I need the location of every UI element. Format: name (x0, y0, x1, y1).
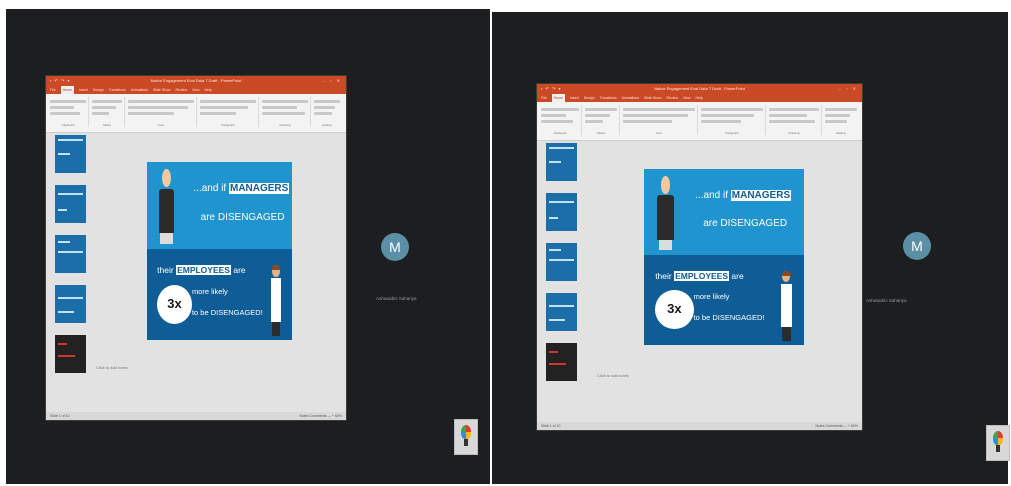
slide-thumbnail[interactable]: 2 (546, 193, 577, 231)
window-title: Native Engagement Eval Data 7 Draft - Po… (654, 86, 745, 91)
slide-employees-line: their EMPLOYEES are (157, 265, 246, 276)
slide-body-line: more likely (191, 286, 228, 296)
tab-animations[interactable]: Animations (622, 94, 639, 102)
ribbon-tabs: File Home Insert Design Transitions Anim… (46, 86, 346, 94)
slide-headline: ...and if MANAGERS (193, 183, 290, 195)
slide-subheadline: are DISENGAGED (200, 211, 285, 223)
tab-insert[interactable]: Insert (79, 86, 88, 94)
slide-thumbnail[interactable]: 3 (546, 243, 577, 281)
title-bar: ▪ ↶ ↷ ▾ Native Engagement Eval Data 7 Dr… (537, 84, 862, 94)
slide-thumbnail[interactable]: 2 (55, 185, 86, 223)
manager-illustration (156, 169, 178, 244)
tab-home[interactable]: Home (60, 86, 74, 94)
zoom-controls[interactable]: Notes Comments — + 60% (299, 412, 342, 420)
slide-thumbnail[interactable]: 3 (55, 235, 86, 273)
current-slide[interactable]: ...and if MANAGERS are DISENGAGED their … (147, 162, 292, 340)
tab-review[interactable]: Review (667, 94, 678, 102)
powerpoint-window[interactable]: ▪ ↶ ↷ ▾ Native Engagement Eval Data 7 Dr… (537, 84, 862, 430)
tab-view[interactable]: View (683, 94, 691, 102)
shared-screen-right: ▪ ↶ ↷ ▾ Native Engagement Eval Data 7 Dr… (492, 12, 1010, 484)
multiplier-badge: 3x (157, 284, 192, 324)
slide-thumbnails: 1 2 3 4 5 (49, 135, 87, 412)
tab-file[interactable]: File (541, 94, 547, 102)
logo-icon (993, 431, 1003, 445)
notes-pane[interactable]: Click to add notes (597, 373, 629, 378)
ribbon-group-font[interactable]: Font (621, 105, 698, 135)
ribbon: Clipboard Slides Font Paragraph Drawing … (46, 94, 346, 133)
slide-counter: Slide 1 of 10 (541, 424, 561, 428)
ribbon-group-font[interactable]: Font (126, 97, 197, 127)
slide-body-line: to be DISENGAGED! (191, 307, 263, 317)
current-slide[interactable]: ...and if MANAGERS are DISENGAGED their … (644, 169, 804, 345)
ribbon-group-clipboard[interactable]: Clipboard (539, 105, 582, 135)
slide-thumbnail[interactable]: 4 (55, 285, 86, 323)
ribbon-group-drawing[interactable]: Drawing (767, 105, 822, 135)
slide-thumbnail[interactable]: 1 (55, 135, 86, 173)
slide-thumbnail[interactable]: 1 (546, 143, 577, 181)
multiplier-badge: 3x (655, 290, 694, 330)
tab-insert[interactable]: Insert (570, 94, 579, 102)
tab-slide-show[interactable]: Slide Show (644, 94, 662, 102)
slide-thumbnail[interactable]: 5 (546, 343, 577, 381)
title-bar: ▪ ↶ ↷ ▾ Native Engagement Eval Data 7 Dr… (46, 76, 346, 86)
ribbon-group-slides[interactable]: Slides (90, 97, 125, 127)
tab-file[interactable]: File (50, 86, 56, 94)
tab-transitions[interactable]: Transitions (600, 94, 617, 102)
slide-body-line: more likely (693, 292, 730, 302)
slide-subheadline: are DISENGAGED (703, 218, 788, 230)
tab-design[interactable]: Design (584, 94, 595, 102)
powerpoint-window[interactable]: ▪ ↶ ↷ ▾ Native Engagement Eval Data 7 Dr… (46, 76, 346, 420)
ribbon-group-editing[interactable]: Editing (312, 97, 342, 127)
ribbon: Clipboard Slides Font Paragraph Drawing … (537, 102, 862, 141)
window-controls[interactable]: – ▫ ✕ (839, 84, 858, 94)
tab-transitions[interactable]: Transitions (109, 86, 126, 94)
editor-area: 1 2 3 4 5 ...and if MANAGERS are DISENGA… (537, 141, 862, 422)
tab-review[interactable]: Review (176, 86, 187, 94)
slide-employees-line: their EMPLOYEES are (655, 271, 744, 282)
window-controls[interactable]: – ▫ ✕ (323, 76, 342, 86)
ribbon-group-paragraph[interactable]: Paragraph (699, 105, 766, 135)
tab-design[interactable]: Design (93, 86, 104, 94)
self-view-thumbnail[interactable] (454, 419, 478, 455)
ribbon-group-editing[interactable]: Editing (823, 105, 859, 135)
participant-name: Ashwaidini Sahariya (376, 296, 417, 301)
quick-access-toolbar[interactable]: ▪ ↶ ↷ ▾ (541, 84, 561, 94)
slide-thumbnail[interactable]: 4 (546, 293, 577, 331)
slide-headline: ...and if MANAGERS (695, 190, 792, 202)
ribbon-group-slides[interactable]: Slides (583, 105, 620, 135)
tab-help[interactable]: Help (696, 94, 703, 102)
ribbon-group-drawing[interactable]: Drawing (260, 97, 311, 127)
slide-counter: Slide 1 of 10 (50, 414, 70, 418)
quick-access-toolbar[interactable]: ▪ ↶ ↷ ▾ (50, 76, 70, 86)
ribbon-group-clipboard[interactable]: Clipboard (48, 97, 89, 127)
tab-help[interactable]: Help (205, 86, 212, 94)
slide-thumbnails: 1 2 3 4 5 (540, 143, 578, 422)
zoom-controls[interactable]: Notes Comments — + 60% (815, 422, 858, 430)
logo-icon (461, 425, 471, 439)
tab-home[interactable]: Home (551, 94, 565, 102)
participant-avatar: M (381, 233, 409, 261)
notes-pane[interactable]: Click to add notes (96, 365, 128, 370)
tab-view[interactable]: View (192, 86, 200, 94)
shared-screen-left: ▪ ↶ ↷ ▾ Native Engagement Eval Data 7 Dr… (6, 9, 490, 484)
status-bar: Slide 1 of 10 Notes Comments — + 60% (46, 412, 346, 420)
employee-illustration (269, 265, 284, 337)
ribbon-tabs: File Home Insert Design Transitions Anim… (537, 94, 862, 102)
editor-area: 1 2 3 4 5 ...and if MANAGERS are DISENGA… (46, 133, 346, 412)
employee-illustration (778, 271, 794, 342)
tab-animations[interactable]: Animations (131, 86, 148, 94)
participant-avatar: M (903, 232, 931, 260)
window-title: Native Engagement Eval Data 7 Draft - Po… (150, 78, 242, 83)
tab-slide-show[interactable]: Slide Show (153, 86, 171, 94)
slide-thumbnail[interactable]: 5 (55, 335, 86, 373)
self-view-thumbnail[interactable] (986, 425, 1010, 461)
participant-name: Ashwaidini Sahariya (866, 298, 907, 303)
status-bar: Slide 1 of 10 Notes Comments — + 60% (537, 422, 862, 430)
ribbon-group-paragraph[interactable]: Paragraph (198, 97, 259, 127)
manager-illustration (654, 176, 678, 250)
slide-body-line: to be DISENGAGED! (693, 313, 765, 323)
